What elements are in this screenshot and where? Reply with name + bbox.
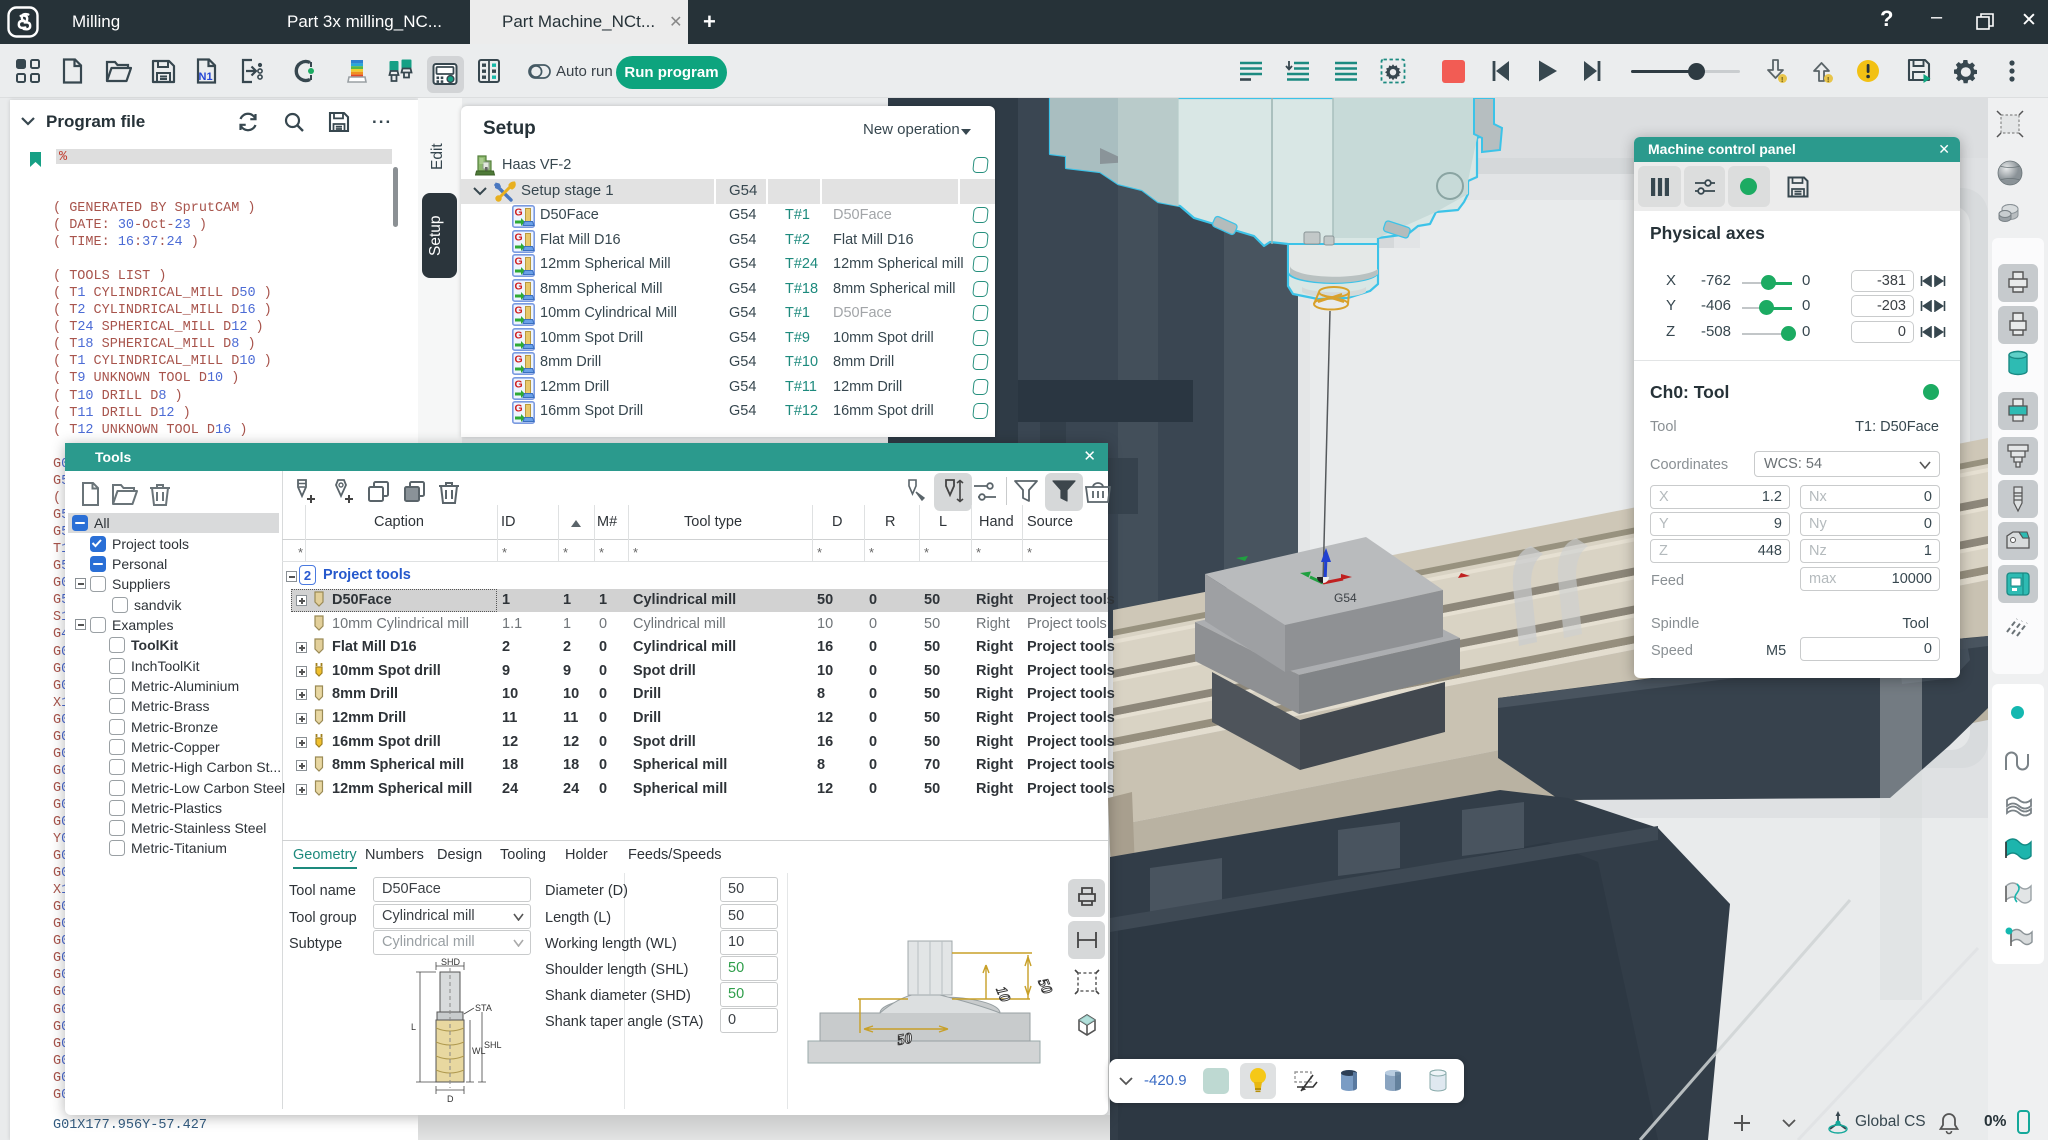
svg-text:L: L — [411, 1022, 416, 1032]
svg-text:SHD: SHD — [441, 958, 461, 967]
svg-text:D: D — [447, 1094, 454, 1104]
svg-text:G54: G54 — [1334, 591, 1357, 605]
svg-text:10: 10 — [992, 985, 1013, 1005]
svg-text:50: 50 — [1034, 977, 1055, 997]
svg-text:STA: STA — [475, 1003, 492, 1013]
svg-text:SHL: SHL — [484, 1040, 502, 1050]
svg-text:N1: N1 — [199, 71, 213, 83]
svg-text:!: ! — [1781, 77, 1783, 84]
svg-text:!: ! — [1827, 77, 1829, 84]
